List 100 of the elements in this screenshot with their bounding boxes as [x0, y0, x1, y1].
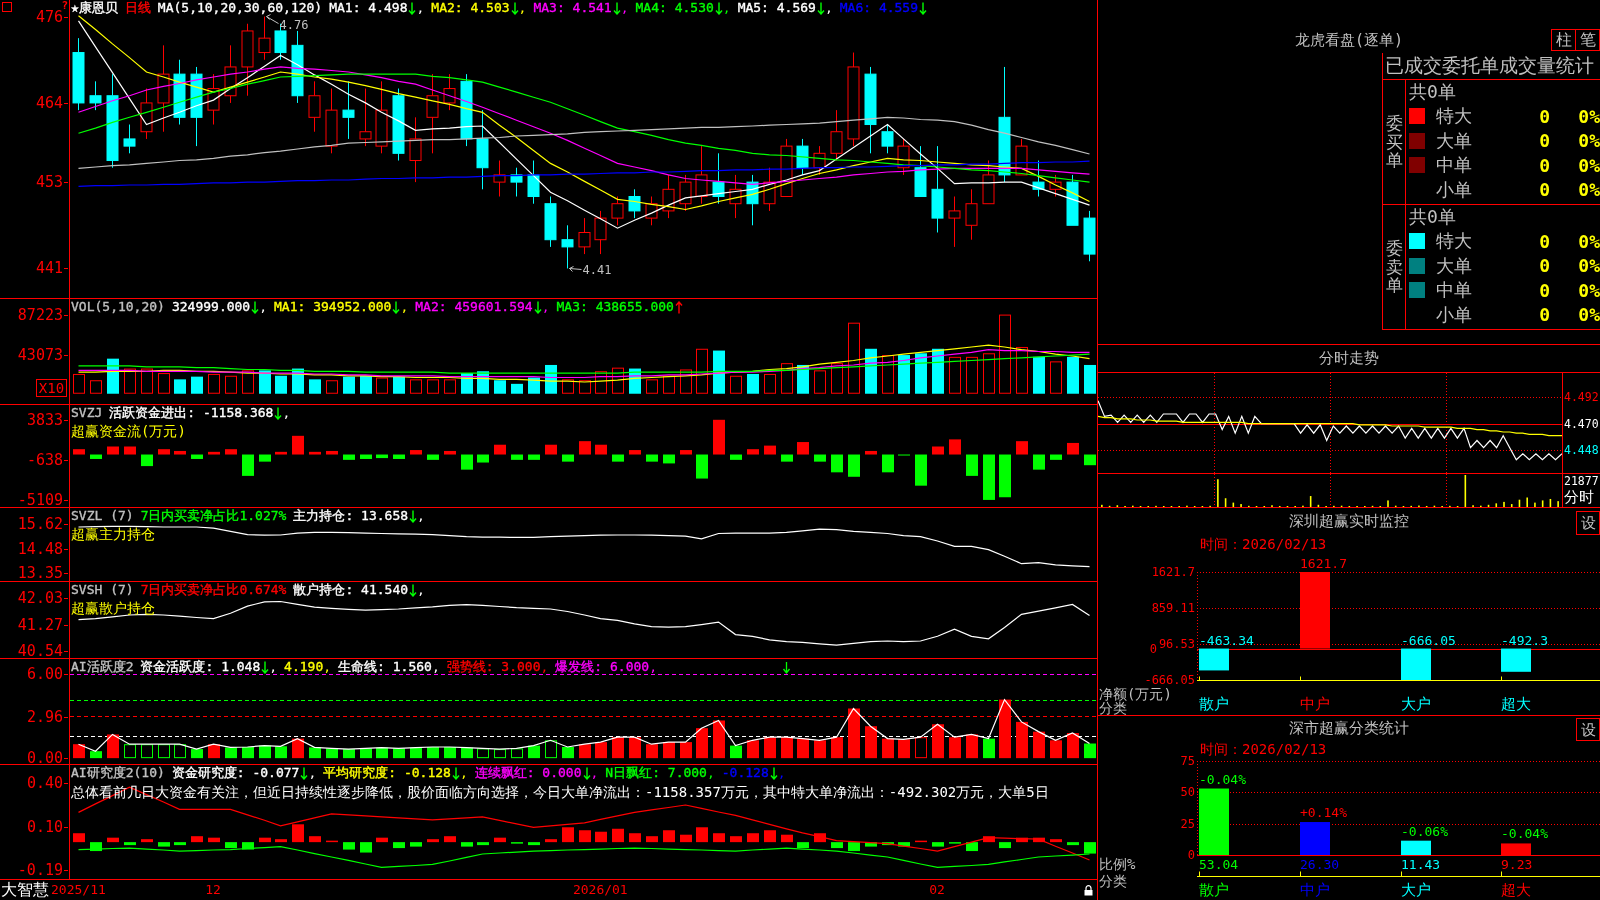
axis-label: 14.48	[17, 540, 69, 559]
legend-text: MA3: 4.541	[533, 0, 612, 16]
legend-text: MA4: 4.530	[635, 0, 714, 16]
axis-label: 3833	[26, 411, 69, 430]
axis-label: 15.62	[17, 515, 69, 534]
category-label: 超大	[1501, 882, 1531, 898]
panel-title: 分时走势	[1319, 349, 1379, 368]
axis-label: 0.40	[26, 773, 69, 792]
legend-separator: ,	[417, 508, 425, 524]
timestamp-label: 时间：2026/02/13	[1200, 741, 1327, 757]
indicator-caption: 超赢散户持仓	[71, 600, 155, 616]
candlestick	[594, 210, 607, 255]
order-size-label: 中单	[1436, 278, 1472, 303]
axis-label: 40.54	[17, 641, 69, 660]
order-count: 0	[1539, 154, 1550, 176]
date-label: 2025/11	[51, 881, 106, 899]
legend-text: MA6: 4.559	[839, 0, 919, 16]
date-label: 2026/01	[572, 881, 628, 899]
legend-separator: ,	[540, 659, 549, 675]
category-label: 超大	[1501, 696, 1531, 712]
legend-separator: ,	[722, 0, 731, 16]
value-label: -492.3	[1501, 633, 1548, 648]
candlestick	[258, 16, 271, 61]
order-count: 0	[1539, 130, 1550, 152]
candlestick	[510, 167, 523, 197]
legend-separator: ,	[459, 765, 468, 781]
candlestick	[342, 80, 355, 140]
candlestick	[140, 88, 153, 140]
axis-label: 13.35	[17, 564, 69, 583]
panel-title: 深市超赢分类统计	[1289, 719, 1409, 738]
legend-text: SVSH (7)	[71, 582, 134, 598]
mode-button[interactable]: 柱	[1551, 29, 1576, 51]
order-count: 0	[1539, 105, 1550, 127]
candlestick	[493, 160, 506, 197]
order-share: 0%	[1578, 304, 1600, 326]
reference-label: 0	[1149, 642, 1157, 655]
axis-label: 4.492	[1564, 390, 1599, 405]
category-label: 中户	[1300, 696, 1330, 712]
volume-caption: 分时	[1564, 489, 1594, 505]
order-size-label: 小单	[1436, 302, 1472, 327]
axis-caption: 净额(万元)	[1099, 687, 1172, 701]
candlestick	[729, 174, 742, 219]
legend-separator: ,	[417, 582, 425, 598]
volume-scale-label: 21877	[1564, 474, 1599, 488]
settings-button[interactable]: 设	[1576, 511, 1600, 535]
order-total: 共0单	[1409, 206, 1456, 227]
legend-text: MA2: 459601.594	[415, 299, 533, 315]
value-label: 53.04	[1199, 858, 1239, 872]
order-count: 0	[1539, 304, 1550, 326]
order-share: 0%	[1578, 130, 1600, 152]
order-share: 0%	[1578, 105, 1600, 127]
order-share: 0%	[1578, 279, 1600, 301]
legend-text: MA3: 438655.000	[556, 299, 674, 315]
candlestick	[628, 188, 641, 219]
candlestick	[746, 174, 759, 226]
legend-separator: ,	[431, 659, 440, 675]
axis-label: 6.00	[26, 665, 69, 684]
legend-text: VOL(5,10,20)	[71, 299, 165, 315]
settings-button[interactable]: 设	[1576, 718, 1600, 741]
axis-label: 4.448	[1564, 443, 1599, 458]
legend-text: 活跃资金进出: -1158.368	[109, 405, 274, 421]
legend-text: 平均研究度: -0.128	[323, 765, 451, 781]
axis-label: 42.03	[17, 588, 69, 607]
axis-label: 1621.7	[1151, 566, 1195, 578]
order-count: 0	[1539, 255, 1550, 277]
axis-caption: 比例%	[1099, 857, 1136, 871]
axis-label: 2.96	[26, 707, 69, 726]
legend-separator: ,	[824, 0, 833, 16]
pointer-arrow-icon	[569, 266, 582, 272]
price-annotation: 4.76	[279, 17, 309, 32]
candlestick	[224, 44, 237, 104]
candlestick	[561, 224, 574, 269]
candlestick	[207, 73, 220, 126]
legend-text: 资金活跃度: 1.048	[140, 659, 261, 675]
order-share: 0%	[1578, 154, 1600, 176]
legend-separator: ,	[620, 0, 629, 16]
value-label: -666.05	[1401, 633, 1456, 648]
candlestick	[965, 188, 978, 241]
legend-separator: ,	[323, 659, 332, 675]
axis-label: 464	[35, 93, 69, 112]
candlestick	[982, 160, 995, 205]
axis-label: 87223	[17, 306, 69, 325]
candlestick	[308, 80, 321, 133]
axis-caption: 分类	[1099, 701, 1127, 715]
mode-button[interactable]: 笔	[1575, 29, 1600, 51]
value-label: -463.34	[1199, 633, 1254, 648]
brand-label: 大智慧	[0, 880, 49, 899]
order-size-label: 特大	[1436, 229, 1472, 254]
legend-text: 资金研究度: -0.077	[171, 765, 300, 781]
legend-separator: ,	[259, 299, 268, 315]
change-label: -0.04%	[1199, 772, 1246, 787]
legend-text: ★康恩贝	[71, 0, 118, 16]
legend-text: 日线	[124, 0, 151, 16]
legend-text: MA5: 4.569	[737, 0, 816, 16]
legend-separator: ,	[649, 659, 657, 675]
axis-label: 96.53	[1158, 638, 1195, 650]
change-label: -0.06%	[1401, 824, 1448, 839]
candlestick	[679, 174, 692, 212]
legend-text: 324999.000	[171, 299, 251, 315]
candlestick	[813, 145, 826, 176]
